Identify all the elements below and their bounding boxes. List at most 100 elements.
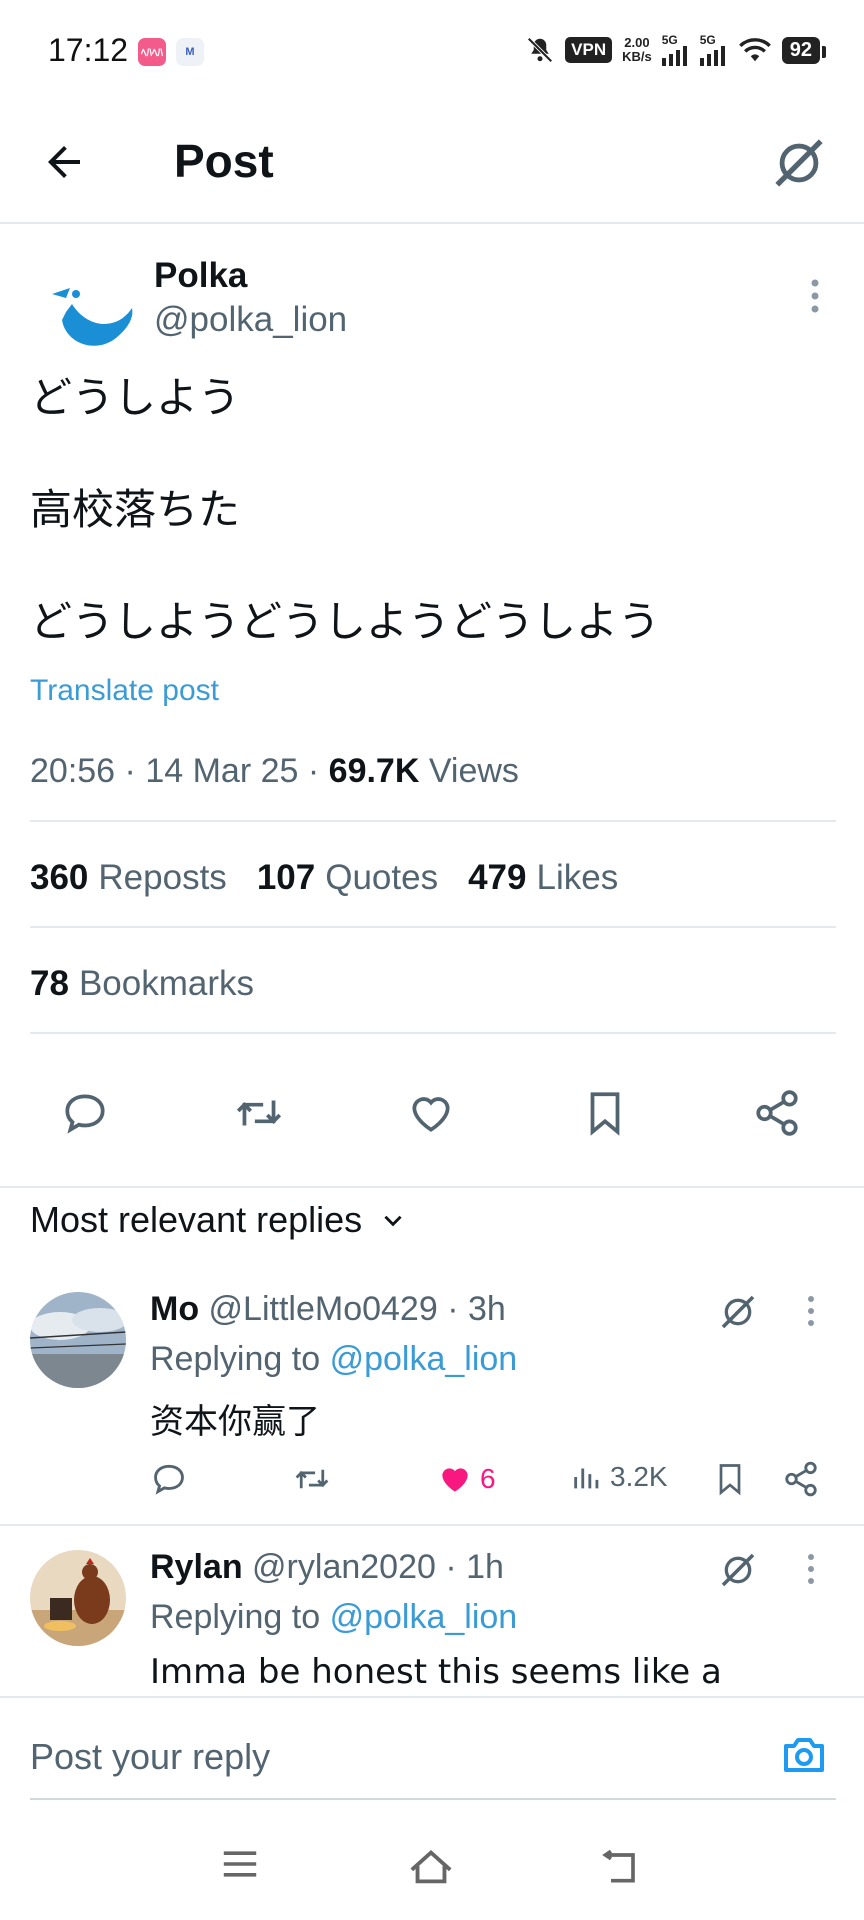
bookmark-icon[interactable]	[580, 1088, 630, 1138]
replying-to-handle[interactable]: @polka_lion	[330, 1340, 518, 1378]
likes-label: Likes	[536, 858, 619, 897]
author-avatar[interactable]	[44, 264, 144, 364]
app-icon-1: ﾍﾊﾍﾊ	[138, 38, 166, 66]
post-line: どうしよう	[30, 373, 241, 422]
home-icon[interactable]	[406, 1846, 456, 1886]
repost-icon[interactable]	[232, 1088, 286, 1138]
reply-text: Imma be honest this seems like a	[150, 1652, 722, 1692]
heart-filled-icon	[442, 1468, 468, 1492]
status-right: VPN 2.00 KB/s 5G 5G 92	[525, 32, 827, 68]
top-app-bar: Post	[0, 100, 864, 224]
wifi-icon	[738, 36, 772, 64]
reply-author-handle[interactable]: @LittleMo0429	[209, 1290, 438, 1328]
speed-unit: KB/s	[622, 49, 652, 64]
post-actions	[0, 1060, 864, 1188]
views-count: 3.2K	[610, 1461, 668, 1492]
like-icon[interactable]	[406, 1088, 456, 1138]
mute-icon	[525, 35, 555, 65]
net-label-1: 5G	[661, 33, 678, 47]
like-count: 6	[480, 1463, 496, 1494]
reply-input-placeholder[interactable]: Post your reply	[30, 1736, 270, 1778]
divider	[30, 1032, 836, 1034]
reply-header: Mo @LittleMo0429 · 3h	[150, 1290, 506, 1329]
signal-2: 5G	[699, 34, 728, 66]
reply-item[interactable]: Mo @LittleMo0429 · 3h Replying to @polka…	[0, 1284, 864, 1526]
views-button[interactable]: 3.2K	[570, 1460, 668, 1494]
reply-author-name[interactable]: Mo	[150, 1290, 199, 1328]
like-button[interactable]: 6	[436, 1460, 496, 1498]
translate-post-link[interactable]: Translate post	[30, 674, 219, 708]
reposts-count: 360	[30, 858, 89, 897]
views-chart-icon	[574, 1468, 599, 1489]
views-label: Views	[428, 752, 519, 790]
more-options-icon[interactable]	[806, 1294, 816, 1328]
battery-icon: 92	[781, 36, 827, 64]
replying-to: Replying to @polka_lion	[150, 1598, 517, 1637]
divider	[30, 926, 836, 928]
menu-icon[interactable]	[218, 1846, 262, 1882]
reply-age: 3h	[467, 1290, 506, 1328]
likes-count: 479	[468, 858, 527, 897]
post-line: 高校落ちた	[30, 485, 241, 534]
replying-to-label: Replying to	[150, 1598, 321, 1636]
post-text: どうしよう 高校落ちた どうしようどうしようどうしよう	[30, 370, 660, 650]
post-time: 20:56	[30, 752, 116, 790]
replying-to-handle[interactable]: @polka_lion	[330, 1598, 518, 1636]
signal-icon	[699, 46, 725, 66]
quotes-stat[interactable]: 107 Quotes	[257, 858, 438, 898]
signal-1: 5G	[661, 33, 690, 66]
system-navigation-bar	[0, 1800, 864, 1920]
share-icon[interactable]	[752, 1088, 802, 1138]
reply-avatar[interactable]	[30, 1550, 126, 1646]
mail-app-icon: M	[176, 38, 204, 66]
more-options-icon[interactable]	[810, 278, 820, 314]
post-meta: 20:56 · 14 Mar 25 · 69.7K Views	[30, 752, 519, 791]
bookmark-icon[interactable]	[712, 1460, 748, 1498]
views-count: 69.7K	[328, 752, 420, 790]
reply-actions: 6 3.2K	[150, 1460, 830, 1504]
author-name[interactable]: Polka	[154, 256, 247, 296]
grok-icon[interactable]	[770, 134, 828, 192]
bookmarks-stat[interactable]: 78 Bookmarks	[30, 964, 254, 1004]
quotes-count: 107	[256, 858, 316, 897]
back-icon[interactable]	[600, 1846, 644, 1886]
reply-item[interactable]: Rylan @rylan2020 · 1h Replying to @polka…	[0, 1540, 864, 1696]
signal-icon	[661, 46, 687, 66]
reply-age: 1h	[466, 1548, 504, 1586]
reply-icon[interactable]	[150, 1460, 188, 1498]
replies-sort-label: Most relevant replies	[30, 1199, 363, 1240]
reposts-stat[interactable]: 360 Reposts	[30, 858, 227, 898]
engagement-stats: 360 Reposts 107 Quotes 479 Likes	[30, 858, 618, 898]
reply-composer[interactable]: Post your reply	[0, 1696, 864, 1800]
replies-sort-dropdown[interactable]: Most relevant replies	[30, 1190, 406, 1250]
replying-to: Replying to @polka_lion	[150, 1340, 517, 1379]
post-date: 14 Mar 25	[145, 752, 299, 790]
reply-avatar[interactable]	[30, 1292, 126, 1388]
vpn-badge: VPN	[565, 37, 613, 63]
chevron-down-icon	[380, 1207, 406, 1233]
reply-author-handle[interactable]: @rylan2020	[252, 1548, 436, 1586]
post-line: どうしようどうしようどうしよう	[30, 597, 661, 646]
bookmarks-label: Bookmarks	[78, 964, 254, 1003]
back-arrow-icon[interactable]	[40, 138, 88, 186]
reply-icon[interactable]	[60, 1088, 110, 1138]
reply-header: Rylan @rylan2020 · 1h	[150, 1548, 504, 1587]
grok-icon[interactable]	[718, 1292, 758, 1332]
share-icon[interactable]	[782, 1460, 820, 1498]
repost-icon[interactable]	[292, 1460, 332, 1498]
camera-icon[interactable]	[780, 1730, 828, 1778]
meta-dot: ·	[307, 752, 329, 790]
bookmarks-count: 78	[30, 964, 69, 1003]
divider	[30, 820, 836, 822]
grok-icon[interactable]	[718, 1550, 758, 1590]
status-bar: 17:12 ﾍﾊﾍﾊ M VPN 2.00 KB/s 5G 5G 92	[0, 0, 864, 100]
reply-author-name[interactable]: Rylan	[150, 1548, 243, 1586]
more-options-icon[interactable]	[806, 1552, 816, 1586]
status-time: 17:12	[48, 32, 129, 68]
likes-stat[interactable]: 479 Likes	[468, 858, 618, 898]
page-title: Post	[174, 135, 274, 187]
reply-text: 资本你赢了	[150, 1402, 320, 1442]
author-handle[interactable]: @polka_lion	[154, 300, 347, 340]
quotes-label: Quotes	[325, 858, 439, 897]
speed-value: 2.00	[624, 35, 650, 50]
